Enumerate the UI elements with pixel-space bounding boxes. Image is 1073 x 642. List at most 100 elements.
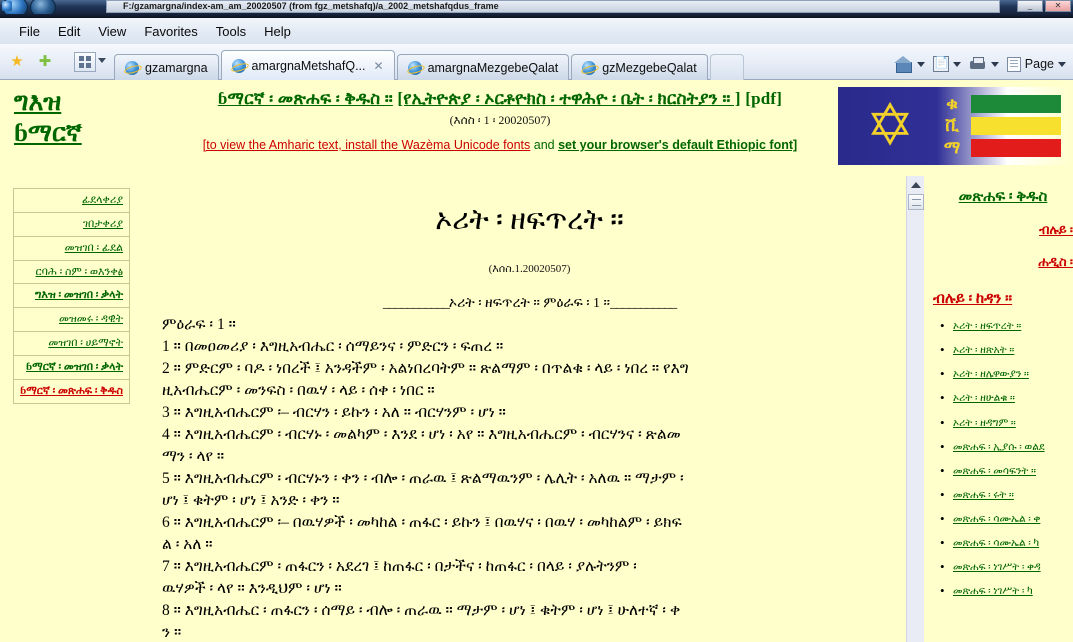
list-item[interactable]: ኦሪት ፡ ዘጽአት ። — [940, 342, 1073, 358]
quick-tabs-icon[interactable] — [74, 52, 96, 72]
right-nav-title-link[interactable]: መጽሐፍ ፡ ቅዱስ — [959, 189, 1048, 205]
book-link[interactable]: መጽሐፍ ፡ ኢያሱ ፡ ወልደ — [953, 442, 1045, 453]
site-brand: ግእዝ ɓማርኛ — [14, 87, 82, 150]
right-nav-old-testament[interactable]: ብሉይ ፡ — [933, 222, 1073, 238]
page-menu-button[interactable]: Page — [1004, 56, 1069, 72]
sidebar-item-ribah-sim-wanqets[interactable]: ርባሕ ፡ ስም ፡ ወእንቀፅ — [14, 261, 129, 285]
add-to-favorites-icon[interactable]: ✚ — [36, 53, 54, 71]
list-item[interactable]: መጽሐፍ ፡ ሳሙኤል ፡ ቀ — [940, 511, 1073, 527]
right-nav-link-label[interactable]: ሐዲስ ፡ — [1038, 254, 1073, 269]
list-item[interactable]: መጽሐፍ ፡ ሩት ። — [940, 487, 1073, 503]
menu-item-view[interactable]: View — [89, 22, 135, 41]
sidebar-item-label[interactable]: ገበታቀሪያ — [83, 218, 123, 230]
chevron-down-icon[interactable] — [952, 61, 961, 67]
right-nav-new-testament[interactable]: ሐዲስ ፡ — [933, 254, 1073, 270]
logo-letter-2: ቪ — [945, 116, 959, 135]
list-item[interactable]: መጽሐፍ ፡ ሳሙኤል ፡ ካ — [940, 535, 1073, 551]
install-fonts-link[interactable]: [to view the Amharic text, install the W… — [203, 138, 530, 152]
set-default-font-link[interactable]: set your browser's default Ethiopic font… — [558, 138, 797, 152]
list-item[interactable]: መጽሐፍ ፡ መሳፍንት ። — [940, 463, 1073, 479]
tab-label: gzMezgebeQalat — [602, 60, 697, 75]
command-bar: Page — [892, 50, 1069, 78]
rule-left: ___________ — [382, 296, 450, 311]
new-tab-button[interactable] — [709, 54, 744, 80]
tab-gzMezgebeQalat[interactable]: gzMezgebeQalat — [571, 54, 708, 80]
minimize-button[interactable]: _ — [1017, 0, 1043, 12]
home-button[interactable] — [892, 56, 928, 73]
menu-item-help[interactable]: Help — [255, 22, 300, 41]
sidebar-item-label[interactable]: ɓማርኛ ፡ መጽሐፍ ፡ ቅዱስ — [20, 385, 123, 397]
book-link[interactable]: መጽሐፍ ፡ ነገሥት ፡ ቀዳ — [953, 562, 1041, 573]
right-navigation: መጽሐፍ ፡ ቅዱስ ብሉይ ፡ ሐዲስ ፡ ብሉይ ፡ ከዳን ። ኦሪት ፡… — [933, 182, 1073, 642]
scroll-up-arrow-icon[interactable] — [908, 178, 924, 192]
list-item[interactable]: ኦሪት ፡ ዘሌዋውያን ። — [940, 366, 1073, 382]
sidebar-item-gebetaqariya[interactable]: ገበታቀሪያ — [14, 213, 129, 237]
font-install-note: [to view the Amharic text, install the W… — [180, 138, 820, 152]
menu-item-file[interactable]: File — [10, 22, 49, 41]
rss-feed-icon — [932, 56, 949, 72]
sidebar-item-label[interactable]: ɓማርኛ ፡ መዝገበ ፡ ቃላት — [26, 361, 123, 373]
book-link[interactable]: መጽሐፍ ፡ መሳፍንት ። — [953, 466, 1036, 477]
favorites-star-icon[interactable]: ★ — [8, 53, 26, 71]
sidebar-item-label[interactable]: ርባሕ ፡ ስም ፡ ወእንቀፅ — [36, 266, 123, 278]
feeds-button[interactable] — [930, 56, 964, 72]
article-frame[interactable]: ኦሪት ፡ ዘፍጥረት ። (እሰስ.1.20020507) _________… — [150, 176, 905, 642]
sidebar-item-mezmure-dawit[interactable]: መዝመሩ ፡ ዳዊት — [14, 308, 129, 333]
right-nav-link-label[interactable]: ብሉይ ፡ — [1039, 222, 1073, 237]
chevron-down-icon[interactable] — [1058, 61, 1066, 67]
book-link[interactable]: ኦሪት ፡ ዘፍጥረት ። — [953, 321, 1021, 332]
book-link[interactable]: ኦሪት ፡ ዘሁልቁ ። — [953, 393, 1015, 404]
book-link[interactable]: ኦሪት ፡ ዘጽአት ። — [953, 345, 1014, 356]
list-item[interactable]: ኦሪት ፡ ዘዳግም ። — [940, 414, 1073, 430]
sidebar-item-label[interactable]: ፊደላቀሪያ — [82, 194, 123, 206]
sidebar-item-label[interactable]: ግእዝ ፡ መዝገበ ፡ ቃላት — [35, 289, 123, 301]
sidebar-item-fidelaqariya[interactable]: ፊደላቀሪያ — [14, 189, 129, 213]
tab-close-icon[interactable]: ✕ — [374, 59, 384, 73]
sidebar-item-geez-mezgebe-qalat[interactable]: ግእዝ ፡ መዝገበ ፡ ቃላት — [14, 284, 129, 309]
home-icon — [893, 56, 913, 73]
verse-list: ምዕራፍ ፡ 1 ። 1 ። በመዐመሪያ ፡ እግዚአብሔር ፡ ሰማይንና … — [162, 314, 897, 642]
book-link[interactable]: መጽሐፍ ፡ ሳሙኤል ፡ ካ — [953, 538, 1039, 549]
sidebar-item-amharic-metshaf-qidus[interactable]: ɓማርኛ ፡ መጽሐፍ ፡ ቅዱስ — [14, 380, 129, 403]
tab-amargnaMetshafQ[interactable]: amargnaMetshafQ... ✕ — [220, 50, 395, 80]
book-link[interactable]: ኦሪት ፡ ዘሌዋውያን ። — [953, 369, 1029, 380]
list-item[interactable]: ኦሪት ፡ ዘሁልቁ ። — [940, 390, 1073, 406]
list-item[interactable]: መጽሐፍ ፡ ነገሥት ፡ ቀዳ — [940, 559, 1073, 575]
window-controls[interactable]: _ ✕ — [1017, 0, 1071, 13]
right-nav-section-heading[interactable]: ብሉይ ፡ ከዳን ። — [933, 290, 1073, 308]
list-item[interactable]: መጽሐፍ ፡ ኢያሱ ፡ ወልደ — [940, 439, 1073, 455]
sidebar-item-mezgebe-fidel[interactable]: መዝገበ ፡ ፊደል — [14, 237, 129, 261]
sidebar-item-mezgebe-haymanot[interactable]: መዝገበ ፡ ሀይማኖት — [14, 332, 129, 356]
chevron-down-icon[interactable] — [916, 61, 925, 67]
sidebar-item-label[interactable]: መዝገበ ፡ ሀይማኖት — [48, 337, 123, 349]
brand-link-amharic[interactable]: ɓማርኛ — [14, 118, 82, 149]
logo-letters: ቁ ቪ ማ — [934, 93, 970, 159]
list-item[interactable]: መጽሐፍ ፡ ነገሥት ፡ ካ — [940, 583, 1073, 599]
article-scrollbar[interactable] — [906, 176, 924, 642]
quick-tabs-chevron-down-icon[interactable] — [98, 58, 106, 63]
book-link[interactable]: መጽሐፍ ፡ ነገሥት ፡ ካ — [953, 586, 1033, 597]
header-nav-church-link[interactable]: [የኢትዮጵያ ፡ ኦርቶዮክስ ፡ ተዋሕዮ ፡ ቤት ፡ ክርስትያን ። … — [397, 89, 740, 108]
brand-link-geez[interactable]: ግእዝ — [14, 87, 82, 118]
sidebar-item-label[interactable]: መዝገበ ፡ ፊደል — [65, 242, 123, 254]
book-link[interactable]: ኦሪት ፡ ዘዳግም ። — [953, 418, 1016, 429]
scroll-thumb-icon[interactable] — [908, 194, 924, 210]
close-button[interactable]: ✕ — [1045, 0, 1071, 12]
tab-amargnaMezgebeQalat[interactable]: amargnaMezgebeQalat — [396, 54, 570, 80]
book-link[interactable]: መጽሐፍ ፡ ሳሙኤል ፡ ቀ — [953, 514, 1040, 525]
tab-gzamargna[interactable]: gzamargna — [114, 54, 219, 80]
menu-item-favorites[interactable]: Favorites — [135, 22, 206, 41]
header-nav-pdf-link[interactable]: [pdf] — [745, 89, 782, 108]
book-link[interactable]: መጽሐፍ ፡ ሩት ። — [953, 490, 1014, 501]
right-nav-section-label[interactable]: ብሉይ ፡ ከዳን ። — [933, 291, 1012, 307]
sidebar-item-label[interactable]: መዝመሩ ፡ ዳዊት — [59, 313, 123, 325]
sidebar-item-amharic-mezgebe-qalat[interactable]: ɓማርኛ ፡ መዝገበ ፡ ቃላት — [14, 356, 129, 380]
list-item[interactable]: ኦሪት ፡ ዘፍጥረት ። — [940, 318, 1073, 334]
print-button[interactable] — [966, 56, 1002, 72]
printer-icon — [969, 56, 987, 72]
menu-item-edit[interactable]: Edit — [49, 22, 89, 41]
chevron-down-icon[interactable] — [990, 61, 999, 67]
header-nav-main-link[interactable]: ɓማርኛ ፡ መጽሐፍ ፡ ቅዱስ ። — [218, 89, 393, 108]
verse-line: ን ። — [162, 624, 182, 641]
menu-item-tools[interactable]: Tools — [207, 22, 255, 41]
